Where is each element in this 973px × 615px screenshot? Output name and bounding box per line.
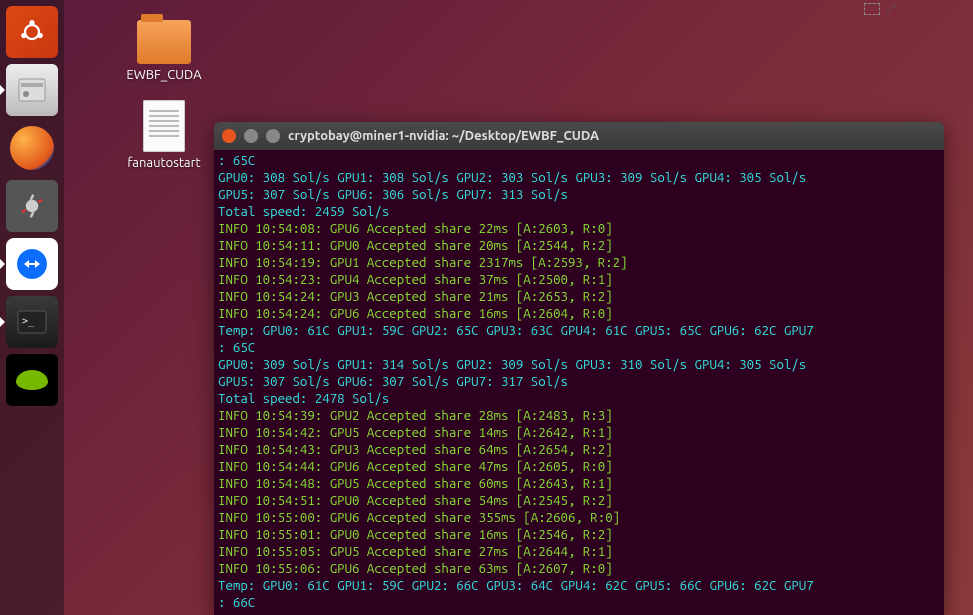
terminal-line: INFO 10:55:00: GPU6 Accepted share 355ms… <box>218 509 940 526</box>
unity-launcher: >_ <box>0 0 64 615</box>
terminal-line: Temp: GPU0: 61C GPU1: 59C GPU2: 65C GPU3… <box>218 322 940 339</box>
terminal-line: : 65C <box>218 152 940 169</box>
terminal-titlebar[interactable]: cryptobay@miner1-nvidia: ~/Desktop/EWBF_… <box>214 122 944 150</box>
terminal-line: : 66C <box>218 594 940 611</box>
terminal-line: GPU0: 308 Sol/s GPU1: 308 Sol/s GPU2: 30… <box>218 169 940 186</box>
folder-icon <box>137 20 191 64</box>
teamviewer-icon <box>17 249 47 279</box>
screenshot-indicator: ⤢ <box>864 0 895 18</box>
terminal-line: Total speed: 2459 Sol/s <box>218 203 940 220</box>
desktop-icon-fanautostart[interactable]: fanautostart <box>114 100 214 170</box>
terminal-line: INFO 10:54:51: GPU0 Accepted share 54ms … <box>218 492 940 509</box>
terminal-line: Temp: GPU0: 61C GPU1: 59C GPU2: 66C GPU3… <box>218 577 940 594</box>
terminal-line: INFO 10:54:19: GPU1 Accepted share 2317m… <box>218 254 940 271</box>
desktop-icon-label: fanautostart <box>114 156 214 170</box>
window-close-button[interactable] <box>222 129 236 143</box>
svg-text:>_: >_ <box>22 316 35 327</box>
launcher-teamviewer[interactable] <box>6 238 58 290</box>
ubuntu-logo-icon <box>18 18 46 46</box>
terminal-line: INFO 10:54:48: GPU5 Accepted share 60ms … <box>218 475 940 492</box>
terminal-line: INFO 10:54:24: GPU6 Accepted share 16ms … <box>218 305 940 322</box>
terminal-line: INFO 10:54:43: GPU3 Accepted share 64ms … <box>218 441 940 458</box>
terminal-title: cryptobay@miner1-nvidia: ~/Desktop/EWBF_… <box>288 129 599 143</box>
terminal-line: INFO 10:54:08: GPU6 Accepted share 22ms … <box>218 220 940 237</box>
terminal-line: INFO 10:54:39: GPU2 Accepted share 28ms … <box>218 407 940 424</box>
terminal-line: INFO 10:55:05: GPU5 Accepted share 27ms … <box>218 543 940 560</box>
text-file-icon <box>143 100 185 152</box>
selection-box-icon <box>864 3 880 15</box>
launcher-dash[interactable] <box>6 6 58 58</box>
expand-icon: ⤢ <box>886 3 895 16</box>
terminal-line: GPU0: 309 Sol/s GPU1: 314 Sol/s GPU2: 30… <box>218 356 940 373</box>
file-manager-icon <box>17 77 47 103</box>
firefox-icon <box>10 126 54 170</box>
window-maximize-button[interactable] <box>266 129 280 143</box>
terminal-line: GPU5: 307 Sol/s GPU6: 307 Sol/s GPU7: 31… <box>218 373 940 390</box>
terminal-output[interactable]: : 65CGPU0: 308 Sol/s GPU1: 308 Sol/s GPU… <box>214 150 944 615</box>
window-minimize-button[interactable] <box>244 129 258 143</box>
terminal-icon: >_ <box>17 310 47 334</box>
launcher-files[interactable] <box>6 64 58 116</box>
terminal-line: INFO 10:55:06: GPU6 Accepted share 63ms … <box>218 560 940 577</box>
terminal-line: INFO 10:54:11: GPU0 Accepted share 20ms … <box>218 237 940 254</box>
settings-gear-icon <box>17 191 47 221</box>
terminal-line: INFO 10:54:42: GPU5 Accepted share 14ms … <box>218 424 940 441</box>
nvidia-icon <box>16 370 48 390</box>
desktop-icon-label: EWBF_CUDA <box>114 68 214 82</box>
terminal-line: : 65C <box>218 339 940 356</box>
launcher-firefox[interactable] <box>6 122 58 174</box>
terminal-line: GPU5: 307 Sol/s GPU6: 306 Sol/s GPU7: 31… <box>218 186 940 203</box>
terminal-line: INFO 10:54:24: GPU3 Accepted share 21ms … <box>218 288 940 305</box>
launcher-terminal[interactable]: >_ <box>6 296 58 348</box>
terminal-window[interactable]: cryptobay@miner1-nvidia: ~/Desktop/EWBF_… <box>214 122 944 615</box>
launcher-nvidia[interactable] <box>6 354 58 406</box>
terminal-line: INFO 10:54:23: GPU4 Accepted share 37ms … <box>218 271 940 288</box>
launcher-settings[interactable] <box>6 180 58 232</box>
terminal-line: Total speed: 2478 Sol/s <box>218 390 940 407</box>
desktop-icon-ewbf_cuda[interactable]: EWBF_CUDA <box>114 20 214 82</box>
terminal-line: INFO 10:55:01: GPU0 Accepted share 16ms … <box>218 526 940 543</box>
terminal-line: INFO 10:54:44: GPU6 Accepted share 47ms … <box>218 458 940 475</box>
